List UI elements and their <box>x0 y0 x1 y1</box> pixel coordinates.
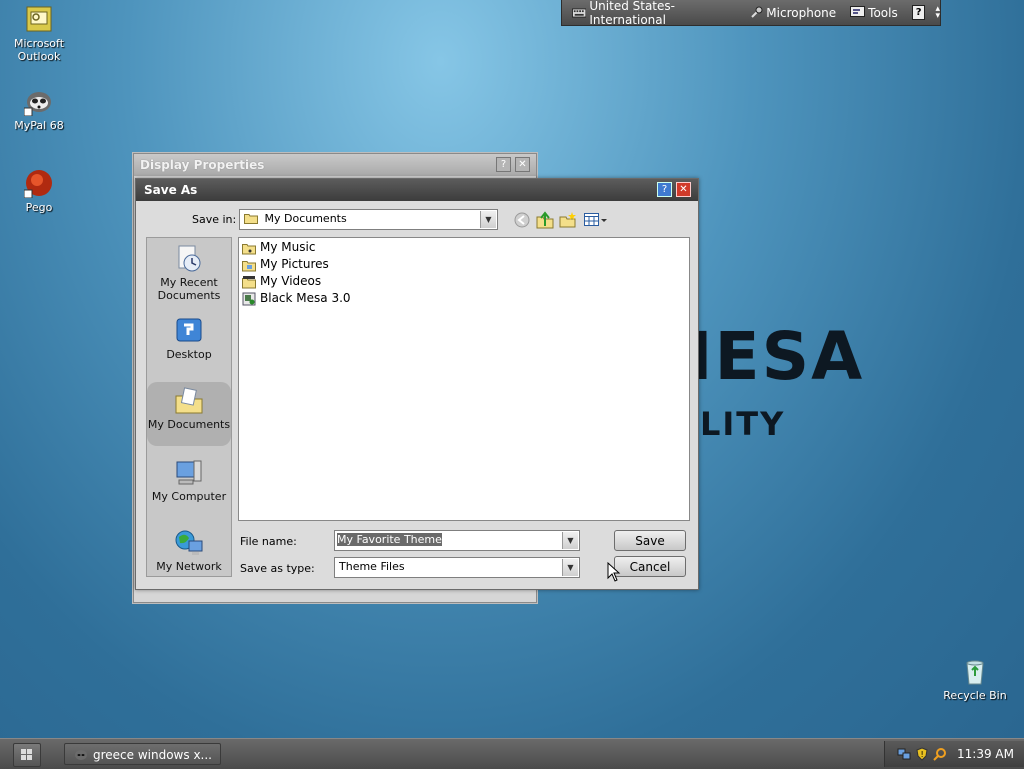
system-tray: ! 11:39 AM <box>884 741 1024 767</box>
save-in-label: Save in: <box>192 213 237 226</box>
place-my-recent-documents[interactable]: My Recent Documents <box>147 244 231 302</box>
search-icon[interactable] <box>933 747 947 761</box>
taskbar-item[interactable]: greece windows x... <box>64 743 221 765</box>
place-my-documents[interactable]: My Documents <box>147 382 231 446</box>
place-label: Documents <box>157 289 221 302</box>
new-folder-icon[interactable] <box>559 211 577 229</box>
desktop-icon-label: Pego <box>25 201 53 214</box>
wallpaper-text-large: IESA <box>688 318 865 395</box>
langbar-options-icon[interactable]: ▴ ▾ <box>935 4 940 20</box>
clock[interactable]: 11:39 AM <box>957 741 1014 767</box>
chevron-down-icon[interactable]: ▼ <box>562 532 578 549</box>
close-button[interactable]: ✕ <box>515 157 530 172</box>
dialog-title: Save As <box>136 179 698 201</box>
help-button[interactable]: ? <box>657 182 672 197</box>
keyboard-icon <box>572 8 587 17</box>
chevron-down-icon[interactable]: ▼ <box>562 559 578 576</box>
mypal-icon <box>24 92 51 116</box>
up-folder-icon[interactable] <box>536 211 554 229</box>
file-name: Black Mesa 3.0 <box>260 291 351 305</box>
theme-file-icon <box>242 292 256 305</box>
pego-icon <box>24 170 52 198</box>
svg-text:!: ! <box>921 750 924 759</box>
back-icon[interactable] <box>514 212 530 228</box>
microphone-icon <box>751 6 763 18</box>
tools-button[interactable]: Tools <box>850 6 902 20</box>
file-name: My Videos <box>260 274 322 288</box>
place-my-network[interactable]: My Network <box>147 528 231 573</box>
start-button[interactable] <box>13 743 41 767</box>
file-name-value: My Favorite Theme <box>337 533 442 546</box>
file-name-label: File name: <box>240 535 297 548</box>
my-computer-icon <box>176 460 202 485</box>
recent-documents-icon <box>178 245 201 272</box>
desktop-icon-mypal[interactable]: MyPal 68 <box>1 86 77 132</box>
file-name: My Music <box>260 240 316 254</box>
language-label: United States-International <box>589 0 675 27</box>
file-name: My Pictures <box>260 257 329 271</box>
list-item[interactable]: My Videos <box>242 273 321 290</box>
place-desktop[interactable]: Desktop <box>147 316 231 361</box>
mypal-icon <box>75 750 87 760</box>
cancel-button[interactable]: Cancel <box>614 556 686 577</box>
save-as-type-dropdown[interactable]: Theme Files ▼ <box>334 557 580 578</box>
help-button[interactable]: ? <box>496 157 511 172</box>
help-icon[interactable]: ? <box>911 5 926 20</box>
place-my-computer[interactable]: My Computer <box>147 458 231 503</box>
security-shield-icon[interactable]: ! <box>916 747 928 761</box>
desktop-icon-label: Recycle Bin <box>943 689 1007 702</box>
file-list: My Music My Pictures My Videos Black Mes… <box>238 237 690 521</box>
my-documents-icon <box>175 387 203 414</box>
folder-icon <box>244 214 258 224</box>
desktop-icon-label: Outlook <box>17 50 61 63</box>
mouse-cursor-icon <box>607 562 621 582</box>
pictures-folder-icon <box>242 260 256 271</box>
desktop-icon-label: Microsoft <box>13 37 65 50</box>
language-selector[interactable]: United States-International <box>572 0 739 27</box>
tools-label: Tools <box>868 5 898 20</box>
place-label: My Documents <box>147 418 231 431</box>
save-button[interactable]: Save <box>614 530 686 551</box>
save-in-value: My Documents <box>264 212 347 225</box>
desktop-icon-label: MyPal 68 <box>14 119 64 132</box>
desktop-icon-recycle-bin[interactable]: Recycle Bin <box>937 656 1013 702</box>
save-as-dialog: Save As ? ✕ Save in: My Documents ▼ My R… <box>135 178 699 590</box>
taskbar: greece windows x... ! 11:39 AM <box>0 738 1024 769</box>
view-menu-icon[interactable] <box>584 212 608 228</box>
list-item[interactable]: My Pictures <box>242 256 329 273</box>
windows-logo-icon <box>21 749 32 760</box>
place-label: My Recent <box>160 276 218 289</box>
chevron-down-icon[interactable]: ▼ <box>480 211 496 228</box>
close-button[interactable]: ✕ <box>676 182 691 197</box>
place-label: My Computer <box>151 490 227 503</box>
recycle-bin-icon <box>966 660 984 685</box>
list-item[interactable]: My Music <box>242 239 315 256</box>
save-as-type-value: Theme Files <box>339 560 405 573</box>
tools-icon <box>850 6 866 17</box>
videos-folder-icon <box>242 275 256 288</box>
network-icon[interactable] <box>897 747 911 761</box>
place-label: My Network <box>156 560 222 573</box>
microphone-label: Microphone <box>766 5 837 20</box>
outlook-icon <box>26 6 52 32</box>
list-item[interactable]: Black Mesa 3.0 <box>242 290 351 307</box>
music-folder-icon <box>242 243 256 254</box>
taskbar-item-label: greece windows x... <box>93 748 212 762</box>
save-in-dropdown[interactable]: My Documents ▼ <box>239 209 498 230</box>
desktop-icon-outlook[interactable]: Microsoft Outlook <box>1 4 77 63</box>
language-bar: United States-International Microphone T… <box>561 0 941 27</box>
wallpaper-text-small: LITY <box>700 405 786 443</box>
desktop-icon <box>176 318 202 342</box>
my-network-icon <box>175 530 203 555</box>
place-label: Desktop <box>166 348 212 361</box>
places-bar: My Recent Documents Desktop My Documents <box>146 237 232 577</box>
desktop-icon-pego[interactable]: Pego <box>1 168 77 214</box>
window-title: Display Properties <box>134 154 536 176</box>
file-name-input[interactable]: My Favorite Theme ▼ <box>334 530 580 551</box>
microphone-button[interactable]: Microphone <box>749 6 840 20</box>
save-as-type-label: Save as type: <box>240 562 315 575</box>
